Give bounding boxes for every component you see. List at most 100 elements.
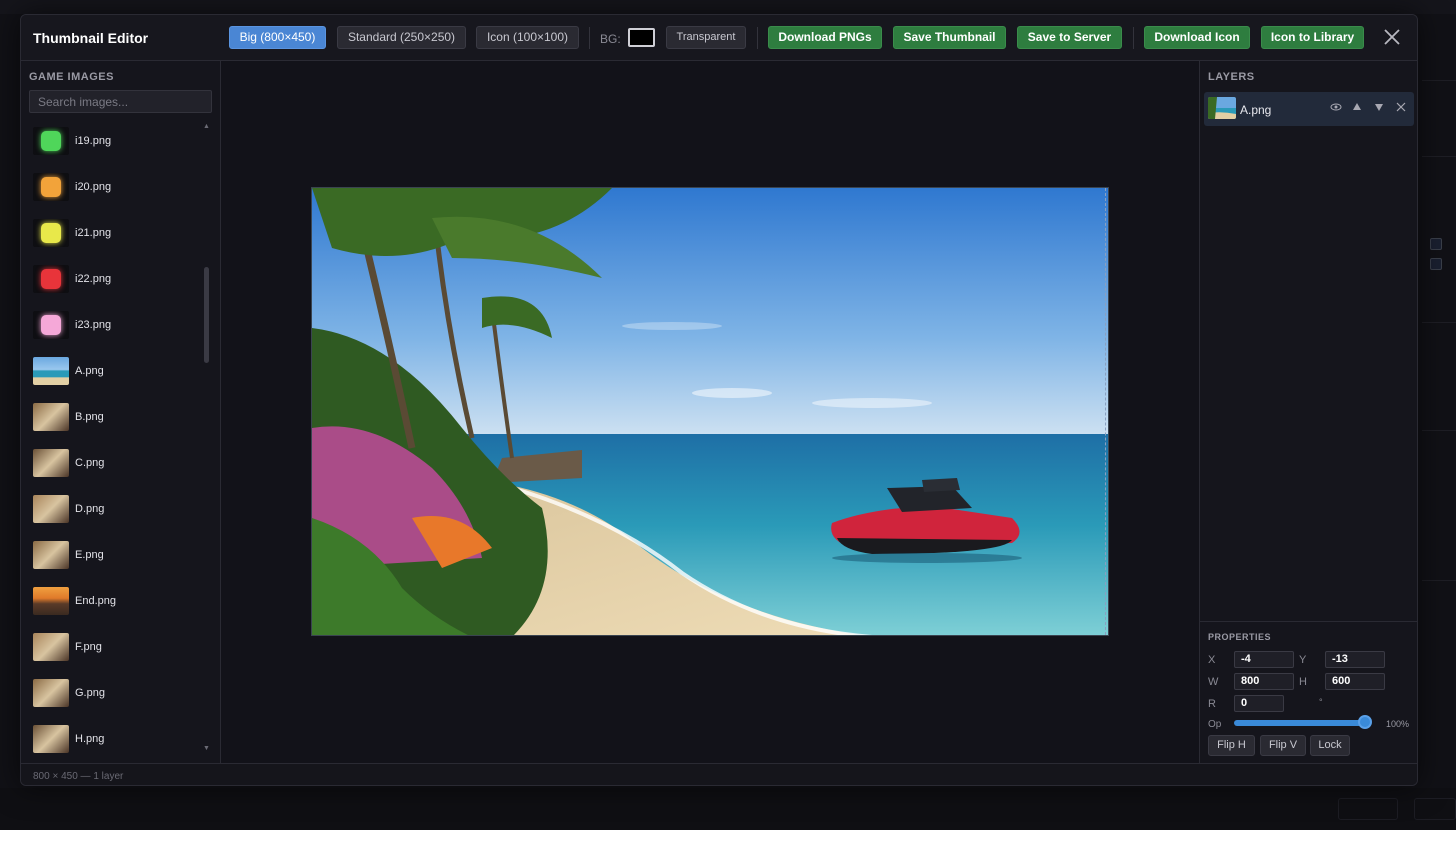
- image-file-name: F.png: [75, 641, 102, 653]
- layers-title: LAYERS: [1208, 71, 1255, 83]
- r-label: R: [1208, 698, 1216, 710]
- image-thumbnail: [33, 265, 69, 293]
- x-label: X: [1208, 654, 1216, 666]
- image-file-name: C.png: [75, 457, 105, 469]
- image-file-name: D.png: [75, 503, 105, 515]
- visibility-eye-icon[interactable]: [1330, 101, 1342, 116]
- background-topbar: [0, 0, 1456, 14]
- scrollbar-thumb[interactable]: [204, 267, 209, 363]
- size-icon-button[interactable]: Icon (100×100): [476, 26, 579, 49]
- list-item[interactable]: C.png: [29, 440, 203, 486]
- download-icon-button[interactable]: Download Icon: [1144, 26, 1250, 49]
- size-standard-button[interactable]: Standard (250×250): [337, 26, 466, 49]
- icon-to-library-button[interactable]: Icon to Library: [1261, 26, 1364, 49]
- background-right-panel: [1418, 60, 1456, 620]
- list-item[interactable]: E.png: [29, 532, 203, 578]
- thumbnail-canvas[interactable]: [311, 187, 1109, 636]
- image-thumbnail: [33, 679, 69, 707]
- image-thumbnail: [33, 587, 69, 615]
- properties-title: PROPERTIES: [1208, 632, 1272, 642]
- image-file-name: i22.png: [75, 273, 112, 285]
- list-item[interactable]: D.png: [29, 486, 203, 532]
- image-thumbnail: [33, 173, 69, 201]
- h-label: H: [1299, 676, 1307, 688]
- size-big-button[interactable]: Big (800×450): [229, 26, 326, 49]
- list-item[interactable]: i19.png: [29, 118, 203, 164]
- beach-scene-image: [312, 188, 1108, 635]
- list-item[interactable]: G.png: [29, 670, 203, 716]
- header-divider: [589, 27, 590, 49]
- save-to-server-button[interactable]: Save to Server: [1017, 26, 1122, 49]
- properties-divider: [1200, 621, 1417, 622]
- image-file-name: B.png: [75, 411, 104, 423]
- editor-header: Thumbnail Editor Big (800×450) Standard …: [21, 15, 1417, 61]
- image-thumbnail: [33, 541, 69, 569]
- width-input[interactable]: 800: [1234, 673, 1294, 690]
- thumbnail-editor-modal: Thumbnail Editor Big (800×450) Standard …: [20, 14, 1418, 786]
- move-layer-down-icon[interactable]: [1374, 101, 1384, 116]
- image-file-name: i21.png: [75, 227, 112, 239]
- editor-title: Thumbnail Editor: [33, 30, 149, 46]
- image-list-scrollbar[interactable]: [204, 121, 210, 751]
- image-file-name: i23.png: [75, 319, 112, 331]
- opacity-slider[interactable]: [1234, 720, 1364, 726]
- search-images-input[interactable]: [29, 90, 212, 113]
- image-file-name: i19.png: [75, 135, 112, 147]
- image-thumbnail: [33, 357, 69, 385]
- image-file-name: End.png: [75, 595, 116, 607]
- image-list: i19.png i20.png i21.png i22.png i23.png A.png…: [29, 118, 203, 758]
- move-layer-up-icon[interactable]: [1352, 101, 1362, 116]
- list-item[interactable]: H.png: [29, 716, 203, 758]
- opacity-label: Op: [1208, 719, 1222, 730]
- rotation-input[interactable]: 0: [1234, 695, 1284, 712]
- header-divider: [1133, 27, 1134, 49]
- list-item[interactable]: End.png: [29, 578, 203, 624]
- game-images-panel: GAME IMAGES i19.png i20.png i21.png i22.png…: [21, 61, 221, 763]
- download-pngs-button[interactable]: Download PNGs: [768, 26, 882, 49]
- image-thumbnail: [33, 449, 69, 477]
- w-label: W: [1208, 676, 1219, 688]
- layer-row[interactable]: A.png: [1204, 92, 1414, 126]
- bg-color-swatch[interactable]: [628, 28, 655, 47]
- canvas-status: 800 × 450 — 1 layer: [33, 771, 124, 782]
- list-item[interactable]: A.png: [29, 348, 203, 394]
- image-thumbnail: [33, 633, 69, 661]
- flip-vertical-button[interactable]: Flip V: [1260, 735, 1306, 756]
- height-input[interactable]: 600: [1325, 673, 1385, 690]
- transparent-button[interactable]: Transparent: [666, 26, 746, 49]
- image-thumbnail: [33, 127, 69, 155]
- image-thumbnail: [33, 403, 69, 431]
- image-file-name: A.png: [75, 365, 104, 377]
- editor-footer: 800 × 450 — 1 layer: [21, 763, 1417, 785]
- close-icon[interactable]: [1381, 26, 1403, 48]
- game-images-title: GAME IMAGES: [29, 71, 114, 83]
- background-bottom-strip: [0, 830, 1456, 853]
- opacity-value: 100%: [1386, 719, 1410, 729]
- list-item[interactable]: i23.png: [29, 302, 203, 348]
- list-item[interactable]: i22.png: [29, 256, 203, 302]
- x-input[interactable]: -4: [1234, 651, 1294, 668]
- save-thumbnail-button[interactable]: Save Thumbnail: [893, 26, 1006, 49]
- list-item[interactable]: B.png: [29, 394, 203, 440]
- image-thumbnail: [33, 311, 69, 339]
- delete-layer-icon[interactable]: [1396, 101, 1406, 116]
- image-file-name: E.png: [75, 549, 104, 561]
- selection-edge: [1105, 188, 1106, 635]
- flip-horizontal-button[interactable]: Flip H: [1208, 735, 1255, 756]
- header-divider: [757, 27, 758, 49]
- image-file-name: i20.png: [75, 181, 112, 193]
- list-item[interactable]: i21.png: [29, 210, 203, 256]
- y-label: Y: [1299, 654, 1307, 666]
- bg-label: BG:: [600, 32, 621, 46]
- list-item[interactable]: i20.png: [29, 164, 203, 210]
- y-input[interactable]: -13: [1325, 651, 1385, 668]
- layer-name: A.png: [1240, 103, 1272, 117]
- scroll-down-icon[interactable]: ▼: [203, 745, 210, 752]
- lock-button[interactable]: Lock: [1310, 735, 1350, 756]
- image-thumbnail: [33, 219, 69, 247]
- opacity-slider-handle[interactable]: [1358, 715, 1372, 729]
- background-bottom-bar: [0, 788, 1456, 830]
- image-thumbnail: [33, 725, 69, 753]
- list-item[interactable]: F.png: [29, 624, 203, 670]
- image-file-name: G.png: [75, 687, 105, 699]
